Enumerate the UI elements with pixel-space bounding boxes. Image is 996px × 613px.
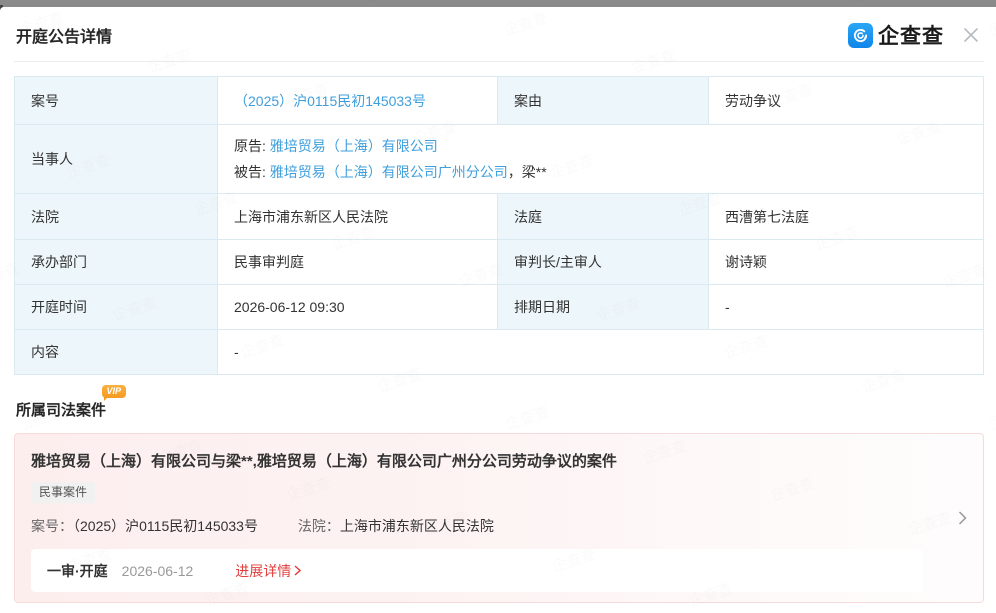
brand-name: 企查查	[878, 20, 944, 50]
plaintiff-company-link[interactable]: 雅培贸易（上海）有限公司	[270, 138, 438, 154]
judge-label: 审判长/主审人	[498, 240, 709, 285]
courtroom-value: 西漕第七法庭	[709, 194, 984, 240]
courtroom-label: 法庭	[498, 194, 709, 240]
card-case-no-label: 案号：	[31, 518, 73, 534]
schedule-date-label: 排期日期	[498, 285, 709, 330]
qichacha-logo-icon	[848, 23, 873, 48]
card-case-no-value: （2025）沪0115民初145033号	[73, 518, 258, 534]
card-court-label: 法院：	[298, 518, 340, 534]
progress-detail-label: 进展详情	[235, 561, 291, 581]
background-page-strip	[0, 0, 996, 7]
defendant-line: 被告: 雅培贸易（上海）有限公司广州分公司，梁**	[234, 159, 967, 185]
judge-value: 谢诗颖	[709, 240, 984, 285]
table-row: 开庭时间 2026-06-12 09:30 排期日期 -	[15, 285, 984, 330]
page-title: 开庭公告详情	[16, 23, 112, 47]
table-row: 内容 -	[15, 330, 984, 375]
hearing-detail-table: 案号 （2025）沪0115民初145033号 案由 劳动争议 当事人 原告: …	[14, 76, 984, 375]
schedule-date-value: -	[709, 285, 984, 330]
plaintiff-line: 原告: 雅培贸易（上海）有限公司	[234, 133, 967, 159]
progress-date: 2026-06-12	[122, 563, 194, 579]
progress-detail-link[interactable]: 进展详情	[235, 561, 301, 581]
table-row: 案号 （2025）沪0115民初145033号 案由 劳动争议	[15, 77, 984, 125]
close-icon[interactable]	[960, 24, 982, 46]
hearing-time-value: 2026-06-12 09:30	[218, 285, 498, 330]
defendant-person: ，梁**	[508, 164, 547, 180]
content-label: 内容	[15, 330, 218, 375]
defendant-role: 被告:	[234, 164, 270, 180]
card-court-value: 上海市浦东新区人民法院	[340, 518, 494, 534]
department-value: 民事审判庭	[218, 240, 498, 285]
court-value: 上海市浦东新区人民法院	[218, 194, 498, 240]
case-type-tag: 民事案件	[31, 482, 95, 503]
case-no-link[interactable]: （2025）沪0115民初145033号	[234, 93, 426, 109]
vip-badge: VIP	[102, 385, 127, 398]
progress-stage: 一审·开庭	[47, 561, 108, 581]
case-progress-row[interactable]: 一审·开庭 2026-06-12 进展详情	[31, 549, 923, 592]
chevron-right-small-icon	[294, 565, 301, 576]
table-row: 承办部门 民事审判庭 审判长/主审人 谢诗颖	[15, 240, 984, 285]
related-case-card[interactable]: 雅培贸易（上海）有限公司与梁**,雅培贸易（上海）有限公司广州分公司劳动争议的案…	[14, 433, 984, 603]
case-no-label: 案号	[15, 77, 218, 125]
modal-header: 开庭公告详情 企查查	[14, 7, 984, 62]
cause-label: 案由	[498, 77, 709, 125]
cause-value: 劳动争议	[709, 77, 984, 125]
court-label: 法院	[15, 194, 218, 240]
section-heading: 所属司法案件	[16, 399, 106, 420]
table-row: 法院 上海市浦东新区人民法院 法庭 西漕第七法庭	[15, 194, 984, 240]
qichacha-logo: 企查查	[848, 20, 944, 50]
section-head: VIP 所属司法案件	[16, 399, 106, 420]
table-row: 当事人 原告: 雅培贸易（上海）有限公司 被告: 雅培贸易（上海）有限公司广州分…	[15, 125, 984, 194]
plaintiff-role: 原告:	[234, 138, 270, 154]
parties-label: 当事人	[15, 125, 218, 194]
content-value: -	[218, 330, 984, 375]
defendant-company-link[interactable]: 雅培贸易（上海）有限公司广州分公司	[270, 164, 508, 180]
case-info-row: 案号：（2025）沪0115民初145033号 法院：上海市浦东新区人民法院	[31, 516, 923, 536]
hearing-announcement-modal: 开庭公告详情 企查查 案号 （20	[0, 7, 996, 603]
chevron-right-icon[interactable]	[958, 511, 967, 526]
case-title: 雅培贸易（上海）有限公司与梁**,雅培贸易（上海）有限公司广州分公司劳动争议的案…	[31, 450, 923, 471]
department-label: 承办部门	[15, 240, 218, 285]
hearing-time-label: 开庭时间	[15, 285, 218, 330]
